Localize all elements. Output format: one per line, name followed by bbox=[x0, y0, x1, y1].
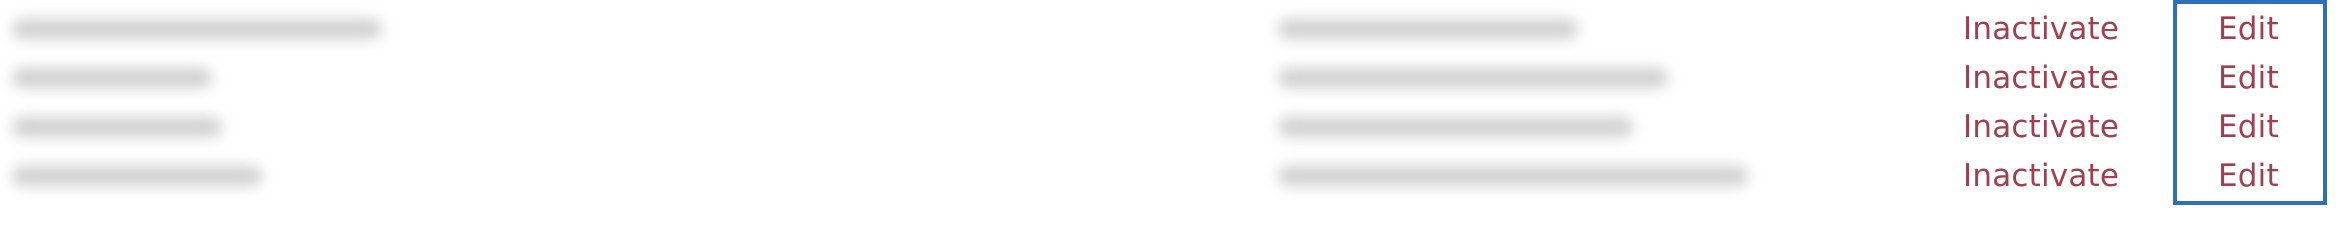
redacted-email-blur bbox=[1278, 67, 1668, 88]
table-row: Inactivate Edit bbox=[0, 53, 2340, 102]
redacted-name-blur bbox=[12, 18, 382, 39]
table-row: Inactivate Edit bbox=[0, 102, 2340, 151]
edit-link[interactable]: Edit bbox=[2218, 53, 2279, 102]
redacted-email-blur bbox=[1278, 116, 1633, 137]
redacted-name-blur bbox=[12, 67, 212, 88]
edit-link[interactable]: Edit bbox=[2218, 4, 2279, 53]
edit-link[interactable]: Edit bbox=[2218, 102, 2279, 151]
user-email-redacted bbox=[1278, 102, 1978, 151]
redacted-name-blur bbox=[12, 116, 222, 137]
edit-link[interactable]: Edit bbox=[2218, 151, 2279, 200]
user-email-redacted bbox=[1278, 4, 1978, 53]
redacted-email-blur bbox=[1278, 18, 1578, 39]
table-row: Inactivate Edit bbox=[0, 4, 2340, 53]
users-table: Inactivate Edit Inactivate Edit Inactiva… bbox=[0, 0, 2340, 209]
table-row: Inactivate Edit bbox=[0, 151, 2340, 200]
inactivate-link[interactable]: Inactivate bbox=[1963, 151, 2119, 200]
user-email-redacted bbox=[1278, 53, 1978, 102]
user-name-redacted bbox=[12, 53, 712, 102]
inactivate-link[interactable]: Inactivate bbox=[1963, 102, 2119, 151]
inactivate-link[interactable]: Inactivate bbox=[1963, 4, 2119, 53]
user-email-redacted bbox=[1278, 151, 1978, 200]
user-name-redacted bbox=[12, 4, 712, 53]
user-name-redacted bbox=[12, 102, 712, 151]
user-name-redacted bbox=[12, 151, 712, 200]
redacted-email-blur bbox=[1278, 165, 1748, 186]
inactivate-link[interactable]: Inactivate bbox=[1963, 53, 2119, 102]
redacted-name-blur bbox=[12, 165, 262, 186]
